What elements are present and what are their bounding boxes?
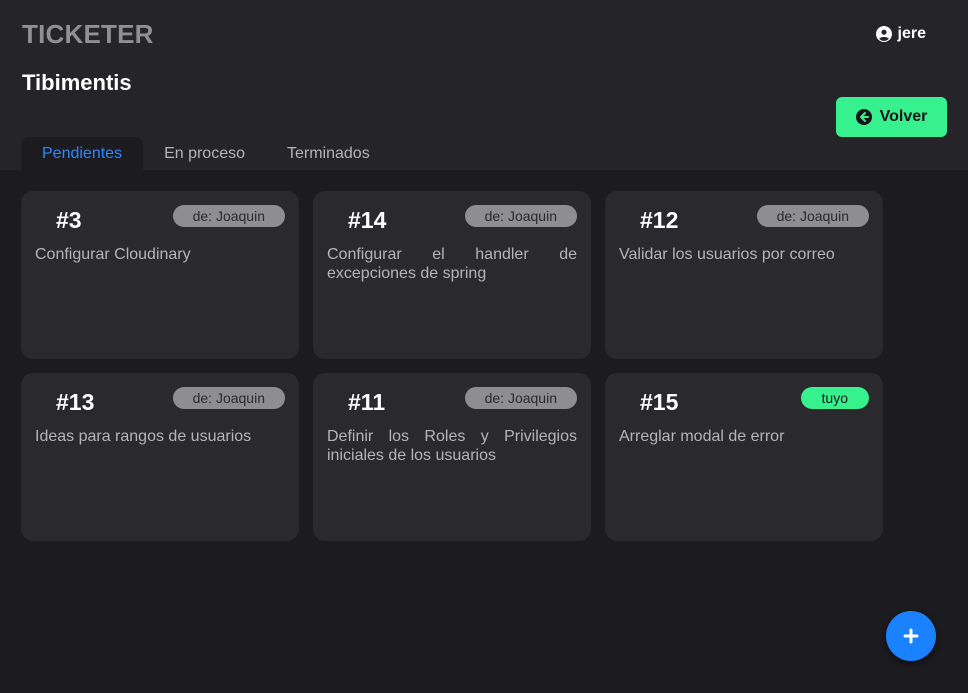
- ticket-description: Configurar el handler de excepciones de …: [327, 246, 577, 282]
- ticket-number: #13: [56, 389, 95, 415]
- ticket-number: #12: [640, 207, 679, 233]
- author-badge: de: Joaquin: [464, 205, 577, 227]
- tab-terminados[interactable]: Terminados: [266, 137, 391, 170]
- back-button[interactable]: Volver: [836, 97, 947, 137]
- add-ticket-button[interactable]: [886, 611, 936, 661]
- author-badge: de: Joaquin: [756, 205, 869, 227]
- ticket-card[interactable]: #13 de: Joaquin Ideas para rangos de usu…: [21, 373, 299, 541]
- header: TICKETER jere Tibimentis Volver Pendient…: [0, 0, 968, 170]
- user-name: jere: [897, 25, 926, 42]
- user-circle-icon: [875, 26, 892, 42]
- author-badge: de: Joaquin: [464, 387, 577, 409]
- ticket-card[interactable]: #3 de: Joaquin Configurar Cloudinary: [21, 191, 299, 359]
- owner-badge: tuyo: [800, 387, 869, 409]
- ticket-description: Configurar Cloudinary: [35, 246, 191, 263]
- ticket-number: #15: [640, 389, 679, 415]
- tab-en-proceso[interactable]: En proceso: [143, 137, 266, 170]
- ticket-grid: #3 de: Joaquin Configurar Cloudinary #14…: [21, 191, 883, 541]
- ticket-card[interactable]: #11 de: Joaquin Definir los Roles y Priv…: [313, 373, 591, 541]
- plus-icon: [903, 628, 919, 644]
- ticket-number: #11: [348, 389, 386, 415]
- status-tabs: Pendientes En proceso Terminados: [21, 137, 391, 170]
- arrow-left-circle-icon: [855, 109, 872, 125]
- ticket-card[interactable]: #12 de: Joaquin Validar los usuarios por…: [605, 191, 883, 359]
- app-title: TICKETER: [22, 19, 154, 49]
- ticket-number: #3: [56, 207, 82, 233]
- author-badge: de: Joaquin: [172, 205, 285, 227]
- ticket-card[interactable]: #15 tuyo Arreglar modal de error: [605, 373, 883, 541]
- ticket-card[interactable]: #14 de: Joaquin Configurar el handler de…: [313, 191, 591, 359]
- user-menu[interactable]: jere: [875, 25, 926, 43]
- back-button-label: Volver: [879, 108, 928, 125]
- project-title: Tibimentis: [22, 70, 132, 95]
- ticket-description: Validar los usuarios por correo: [619, 246, 835, 263]
- page: TICKETER jere Tibimentis Volver Pendient…: [0, 0, 968, 693]
- tab-pendientes[interactable]: Pendientes: [21, 137, 144, 170]
- ticket-description: Arreglar modal de error: [619, 428, 785, 445]
- ticket-description: Definir los Roles y Privilegios iniciale…: [327, 428, 577, 464]
- ticket-number: #14: [348, 207, 387, 233]
- author-badge: de: Joaquin: [172, 387, 285, 409]
- ticket-description: Ideas para rangos de usuarios: [35, 428, 252, 445]
